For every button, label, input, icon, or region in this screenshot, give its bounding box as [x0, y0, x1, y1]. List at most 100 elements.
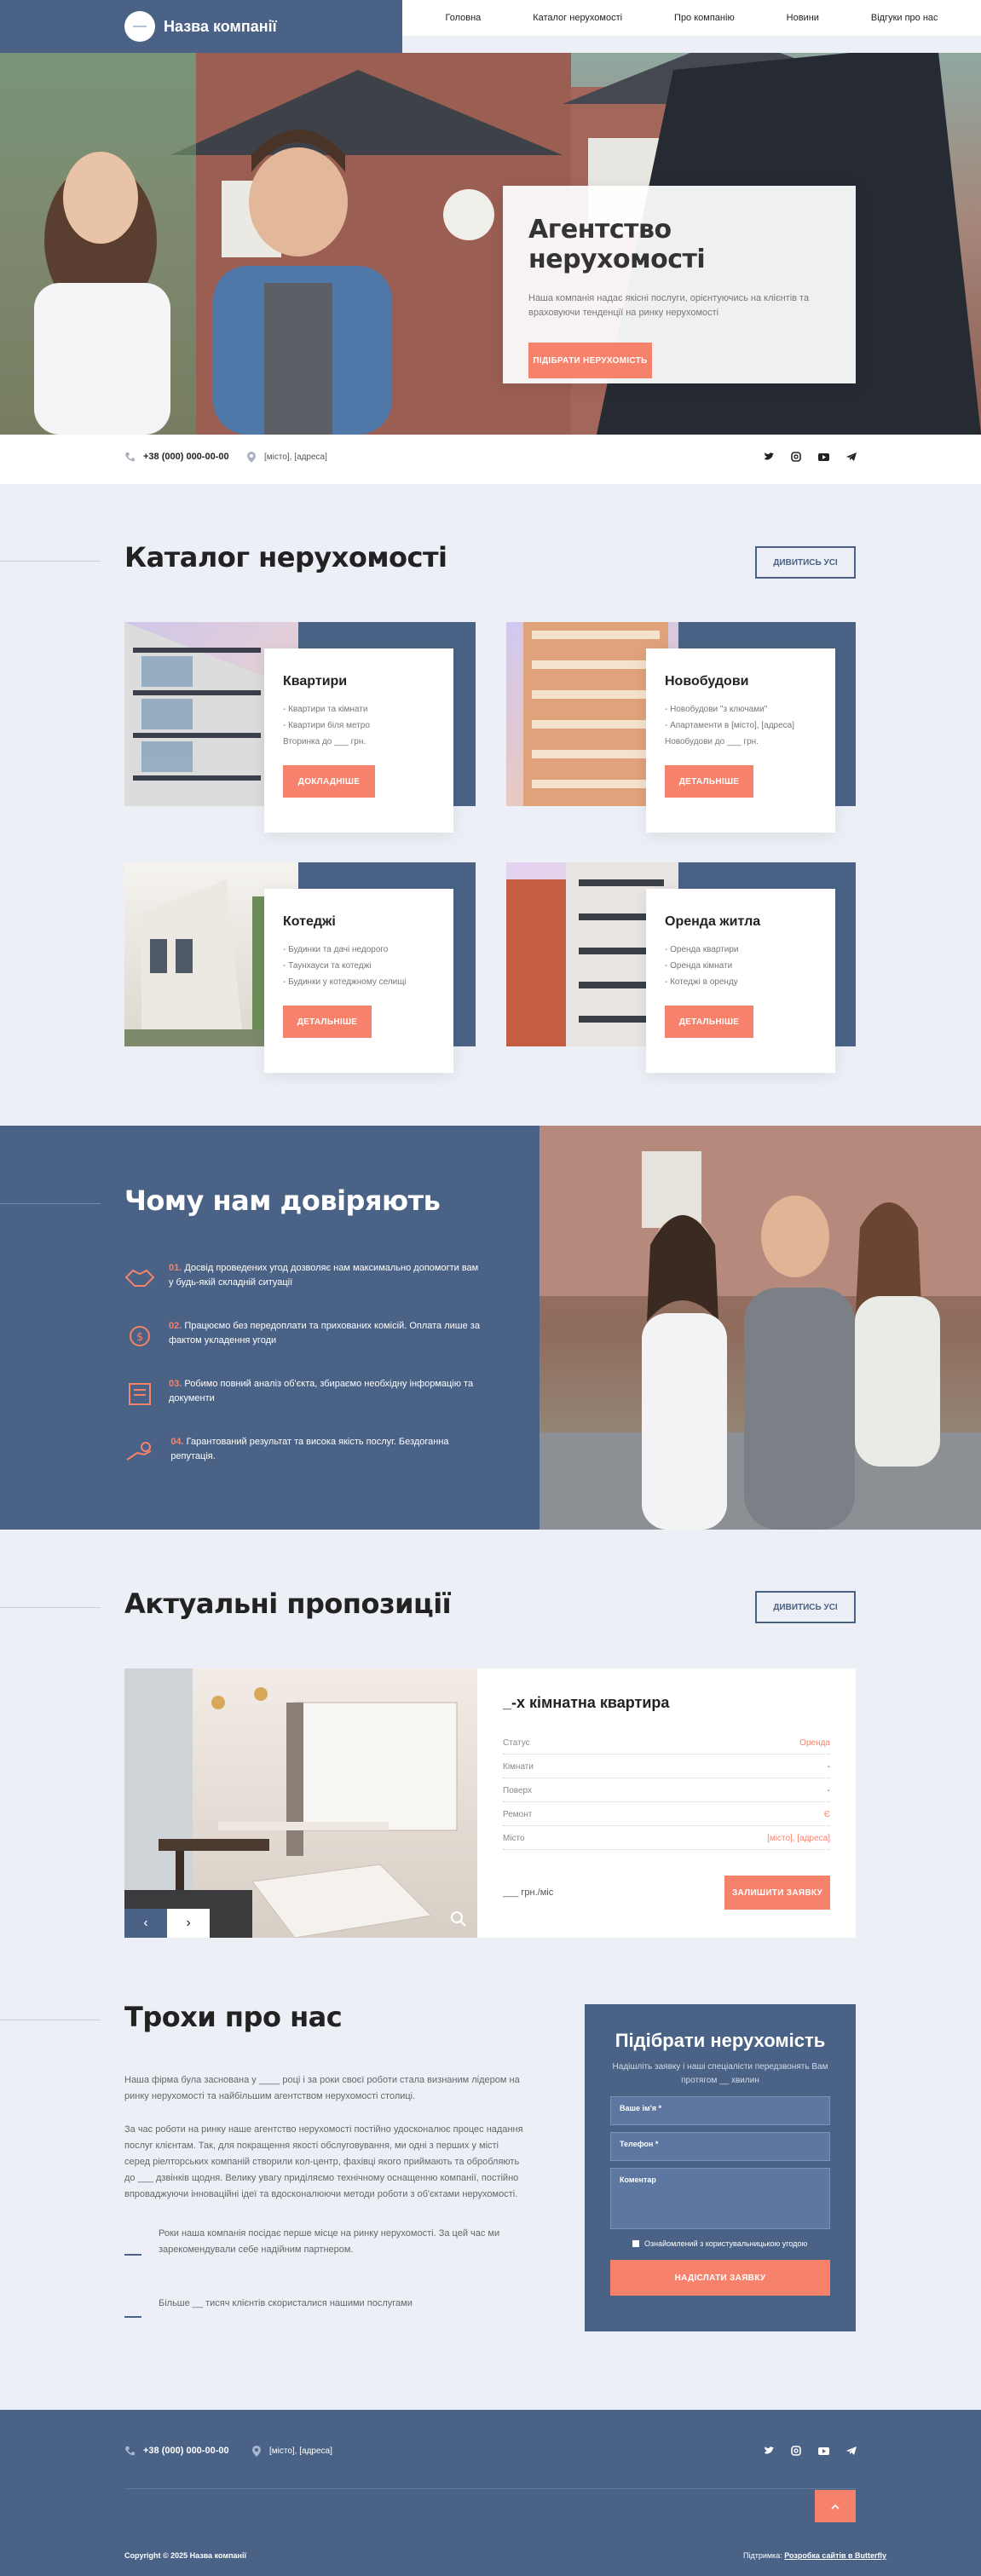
- card-item[interactable]: - Квартири та кімнати: [283, 701, 435, 717]
- card-item[interactable]: Вторинка до ___ грн.: [283, 734, 435, 750]
- offers-title: Актуальні пропозиції: [124, 1588, 452, 1620]
- card-title: Оренда житла: [665, 914, 761, 929]
- row-value: Оренда: [799, 1738, 830, 1748]
- listing-image: [124, 1668, 477, 1938]
- card-item[interactable]: - Будинки та дачі недорого: [283, 942, 435, 958]
- row-value: -: [827, 1762, 830, 1772]
- nav-about[interactable]: Про компанію: [674, 13, 735, 23]
- hero-text: Наша компанія надає якісні послуги, оріє…: [528, 293, 810, 318]
- map-pin-icon: [252, 2446, 261, 2457]
- trust-item: 04. Гарантований результат та висока які…: [124, 1435, 482, 1493]
- listing-row: Ремонт Є: [503, 1802, 830, 1826]
- telegram-icon[interactable]: [846, 2446, 857, 2456]
- about-fact1: Роки наша компанія посідає перше місце н…: [159, 2228, 500, 2255]
- trust-list: 01. Досвід проведених угод дозволяє нам …: [124, 1261, 482, 1493]
- listing-row: Кімнати -: [503, 1755, 830, 1778]
- row-label: Поверх: [503, 1786, 532, 1795]
- trust-num: 01.: [169, 1263, 182, 1273]
- offers-line: [0, 1607, 101, 1608]
- card-button[interactable]: Детальніше: [665, 765, 753, 798]
- listing-row: Статус Оренда: [503, 1731, 830, 1755]
- form-subtitle: Надішліть заявку і наші спеціалісти пере…: [612, 2062, 828, 2085]
- youtube-icon[interactable]: [818, 452, 829, 462]
- card-item[interactable]: - Будинки у котеджному селищі: [283, 974, 435, 990]
- footer-address: [місто], [адреса]: [252, 2446, 332, 2457]
- about-title: Трохи про нас: [124, 2001, 343, 2033]
- contact-address: [місто], [адреса]: [247, 452, 327, 463]
- copyright: Copyright © 2025 Назва компанії: [124, 2551, 246, 2560]
- instagram-icon[interactable]: [791, 452, 801, 462]
- card-item[interactable]: - Новобудови "з ключами": [665, 701, 817, 717]
- nav-news[interactable]: Новини: [787, 13, 819, 23]
- card-button[interactable]: Детальніше: [283, 1006, 372, 1038]
- header-logo[interactable]: Назва компанії: [124, 11, 277, 42]
- twitter-icon[interactable]: [764, 452, 774, 462]
- developer-credit: Підтримка: Розробка сайтів в Butterfly: [743, 2551, 887, 2560]
- form-submit-button[interactable]: Надіслати заявку: [610, 2260, 830, 2296]
- listing-request-button[interactable]: Залишити заявку: [724, 1876, 830, 1910]
- slider-prev-button[interactable]: ‹: [124, 1909, 167, 1938]
- card-item[interactable]: - Оренда квартири: [665, 942, 817, 958]
- name-field[interactable]: Ваше ім'я *: [610, 2096, 830, 2125]
- consent-label: Ознайомлений з користувальницькою угодою: [644, 2239, 808, 2248]
- trust-num: 02.: [169, 1321, 182, 1331]
- nav-catalog[interactable]: Каталог нерухомості: [533, 13, 622, 23]
- row-value: -: [827, 1786, 830, 1795]
- consent-checkbox-row[interactable]: Ознайомлений з користувальницькою угодою: [632, 2239, 807, 2248]
- youtube-icon[interactable]: [818, 2446, 829, 2456]
- about-fact-line: [124, 2254, 141, 2256]
- trust-item: 01. Досвід проведених угод дозволяє нам …: [124, 1261, 482, 1319]
- catalog-card-rent: Оренда житла - Оренда квартири - Оренда …: [646, 889, 835, 1073]
- card-button[interactable]: Докладніше: [283, 765, 375, 798]
- card-item[interactable]: Новобудови до ___ грн.: [665, 734, 817, 750]
- handshake-icon: [124, 1261, 155, 1295]
- form-title: Підібрати нерухомість: [615, 2030, 826, 2051]
- about-p1: Наша фірма була заснована у ____ році і …: [124, 2075, 520, 2101]
- catalog-line: [0, 561, 101, 562]
- comment-field[interactable]: Коментар: [610, 2168, 830, 2229]
- card-title: Квартири: [283, 674, 348, 689]
- footer-socials: [764, 2446, 857, 2456]
- row-label: Ремонт: [503, 1810, 533, 1819]
- trust-item: 03. Робимо повний аналіз об'єкта, збирає…: [124, 1377, 482, 1435]
- telegram-icon[interactable]: [846, 452, 857, 462]
- twitter-icon[interactable]: [764, 2446, 774, 2456]
- row-value: [місто], [адреса]: [767, 1834, 830, 1843]
- card-item[interactable]: - Квартири біля метро: [283, 717, 435, 734]
- catalog-view-all[interactable]: Дивитись усі: [755, 546, 856, 579]
- trust-text: Робимо повний аналіз об'єкта, збираємо н…: [169, 1379, 474, 1403]
- slider-next-button[interactable]: ›: [167, 1909, 210, 1938]
- card-item[interactable]: - Котеджі в оренду: [665, 974, 817, 990]
- catalog-card-cottages: Котеджі - Будинки та дачі недорого - Тау…: [264, 889, 453, 1073]
- catalog-card-apartments: Квартири - Квартири та кімнати - Квартир…: [264, 648, 453, 833]
- card-item[interactable]: - Апартаменти в [місто], [адреса]: [665, 717, 817, 734]
- trust-family-image: [540, 1126, 981, 1530]
- card-item[interactable]: - Таунхауси та котеджі: [283, 958, 435, 974]
- instagram-icon[interactable]: [791, 2446, 801, 2456]
- nav-reviews[interactable]: Відгуки про нас: [871, 13, 938, 23]
- row-value: Є: [823, 1810, 830, 1819]
- row-label: Місто: [503, 1834, 525, 1843]
- circle-logo-icon: [124, 11, 155, 42]
- listing-price: ___ грн./міс: [503, 1887, 554, 1898]
- consent-checkbox[interactable]: [632, 2240, 639, 2247]
- scroll-top-button[interactable]: [815, 2490, 856, 2522]
- contact-phone[interactable]: +38 (000) 000-00-00: [124, 452, 229, 462]
- card-button[interactable]: Детальніше: [665, 1006, 753, 1038]
- phone-icon: [124, 2446, 135, 2456]
- trust-text: Гарантований результат та висока якість …: [170, 1437, 449, 1461]
- money-icon: $: [124, 1319, 155, 1353]
- hero-button[interactable]: Підібрати нерухомість: [528, 343, 652, 378]
- zoom-icon[interactable]: [450, 1910, 467, 1932]
- nav-home[interactable]: Головна: [445, 13, 481, 23]
- developer-link[interactable]: Розробка сайтів в Butterfly: [784, 2551, 886, 2560]
- card-item[interactable]: - Оренда кімнати: [665, 958, 817, 974]
- card-title: Новобудови: [665, 674, 749, 689]
- phone-field[interactable]: Телефон *: [610, 2132, 830, 2161]
- trust-num: 03.: [169, 1379, 182, 1389]
- hero-title: Агентство нерухомості: [528, 215, 706, 274]
- footer-phone[interactable]: +38 (000) 000-00-00: [124, 2446, 229, 2456]
- offers-view-all[interactable]: Дивитись усі: [755, 1591, 856, 1623]
- trust-line: [0, 1203, 101, 1204]
- catalog-card-newbuilds: Новобудови - Новобудови "з ключами" - Ап…: [646, 648, 835, 833]
